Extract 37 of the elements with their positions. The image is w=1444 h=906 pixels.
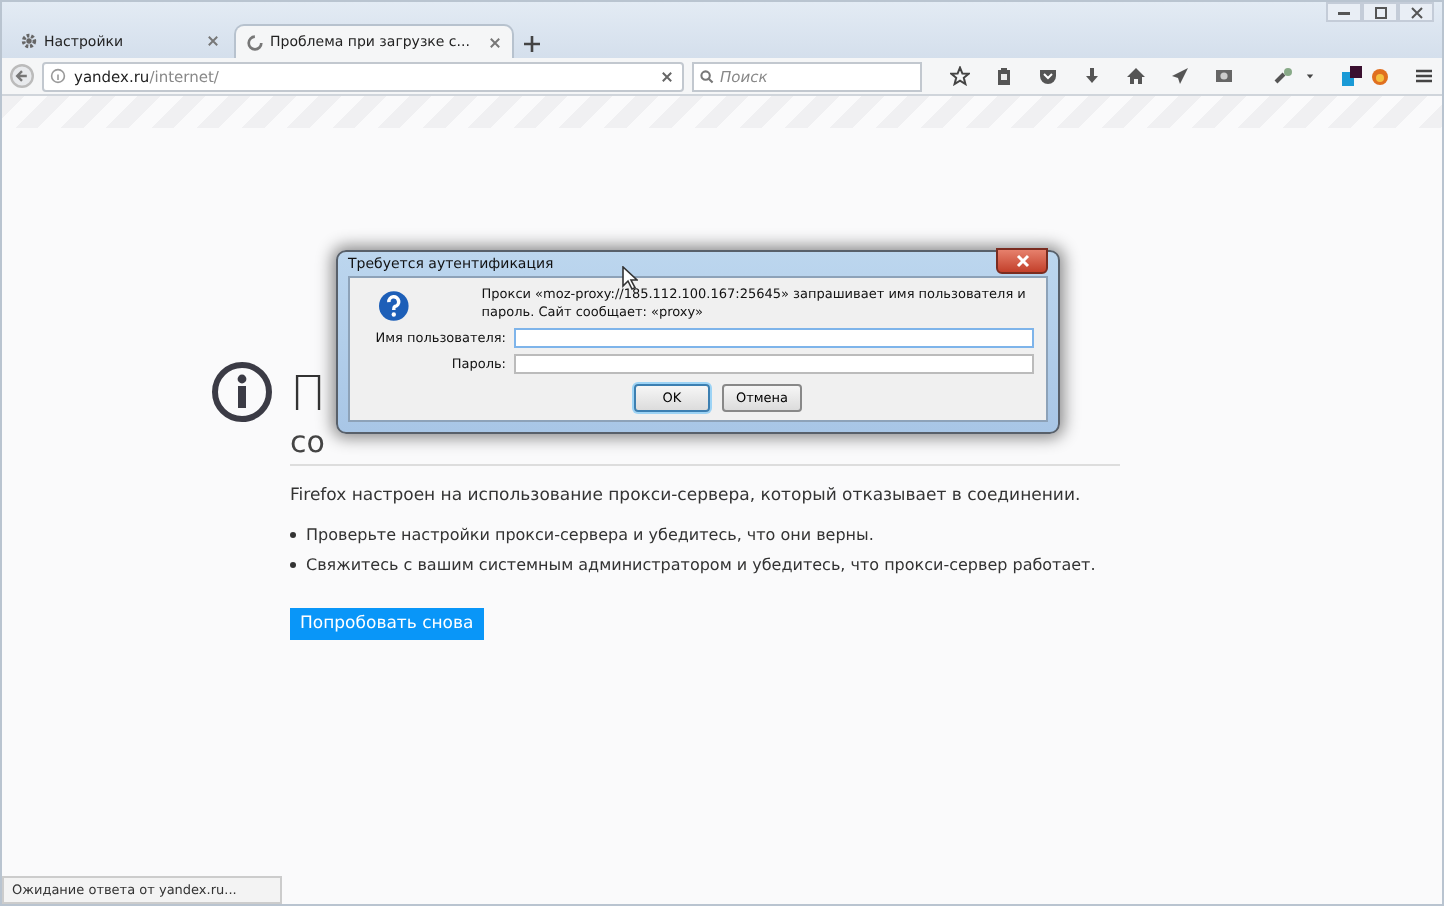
menu-icon[interactable] <box>1414 66 1434 86</box>
clipboard-icon[interactable] <box>994 66 1014 86</box>
gear-icon <box>20 32 38 50</box>
tip-text: Свяжитесь с вашим системным администратором и убедитесь, что прокси-сервер работает. <box>306 556 1096 574</box>
fox-icon[interactable] <box>1370 66 1390 86</box>
download-icon[interactable] <box>1082 66 1102 86</box>
search-icon <box>700 69 714 83</box>
bullet-icon <box>290 532 296 538</box>
tip-text: Проверьте настройки прокси-сервера и убедитесь, что они верны. <box>306 526 874 544</box>
maximize-button[interactable] <box>1362 2 1398 22</box>
send-icon[interactable] <box>1170 66 1190 86</box>
home-icon[interactable] <box>1126 66 1146 86</box>
minimize-button[interactable] <box>1326 2 1362 22</box>
username-field[interactable] <box>514 328 1034 348</box>
minimize-icon <box>1336 8 1352 16</box>
error-heading: П <box>290 364 327 424</box>
star-icon[interactable] <box>950 66 970 86</box>
maximize-icon <box>1373 5 1387 19</box>
loading-icon <box>246 33 264 51</box>
close-icon <box>1015 254 1029 268</box>
pocket-icon[interactable] <box>1038 66 1058 86</box>
close-tab-icon[interactable] <box>487 35 502 49</box>
password-field[interactable] <box>514 354 1034 374</box>
close-icon[interactable] <box>660 69 674 83</box>
cursor-icon <box>622 266 638 290</box>
question-icon <box>378 290 410 322</box>
tool-icon[interactable] <box>1274 66 1294 86</box>
bullet-icon <box>290 562 296 568</box>
back-icon[interactable] <box>10 64 34 88</box>
close-button[interactable] <box>996 248 1048 274</box>
extension-badge-icon[interactable] <box>1342 66 1362 86</box>
photo-icon[interactable] <box>1214 66 1234 86</box>
info-icon <box>210 360 274 424</box>
error-description: Firefox настроен на использование прокси-сервера, который отказывает в соединении. <box>290 486 1083 506</box>
close-icon <box>1409 5 1423 19</box>
info-icon[interactable] <box>50 68 66 84</box>
close-tab-icon[interactable] <box>206 34 220 48</box>
